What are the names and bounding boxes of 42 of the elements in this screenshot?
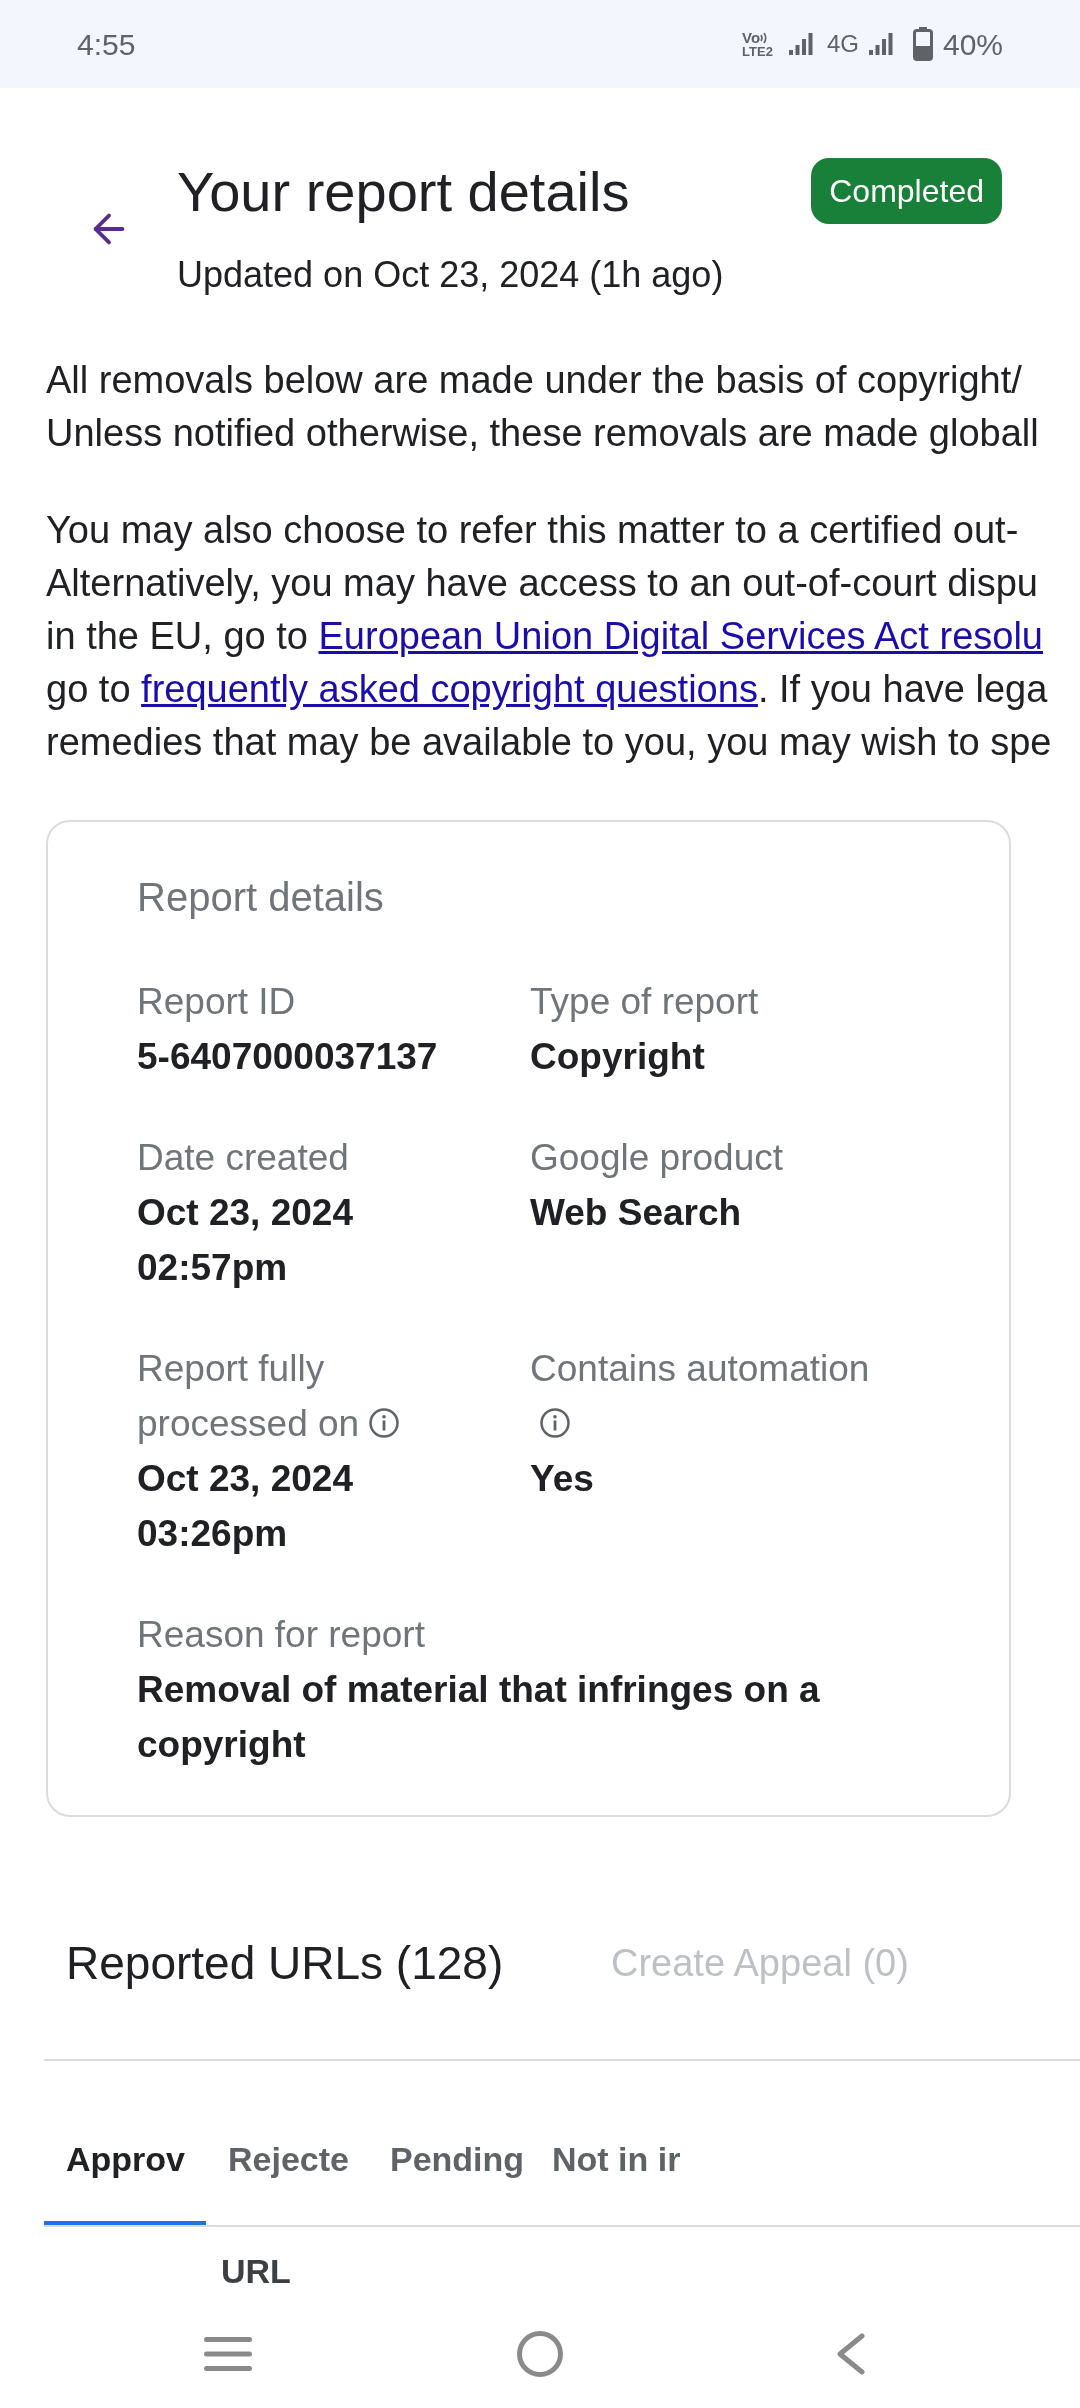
signal-icon xyxy=(868,33,893,55)
field-label: Type of report xyxy=(530,981,759,1022)
status-time: 4:55 xyxy=(77,26,136,63)
wave-icon xyxy=(760,31,769,44)
battery-percent: 40% xyxy=(942,26,1003,63)
battery-icon xyxy=(912,27,933,61)
signal-icon xyxy=(788,33,813,55)
field-value: Oct 23, 2024 02:57pm xyxy=(137,1191,354,1290)
field-label: Date created xyxy=(137,1137,349,1178)
network-label: Vo xyxy=(742,30,761,45)
field-label: Reason for report xyxy=(137,1613,425,1657)
text-link[interactable]: European Union Digital Services Act resolu xyxy=(318,615,1043,657)
field-value: Web Search xyxy=(530,1191,742,1235)
field-label: Report ID xyxy=(137,981,296,1022)
circle-icon[interactable] xyxy=(517,2331,563,2377)
chevron-left-icon[interactable] xyxy=(835,2333,865,2375)
info-icon[interactable] xyxy=(540,1408,570,1438)
notice-paragraph: All removals below are made under the basis of copyright/ Unless notified otherwise, these removals are made globall xyxy=(46,358,1039,456)
info-icon[interactable] xyxy=(369,1408,400,1438)
field-value: Yes xyxy=(530,1457,594,1501)
page-title: Your report details xyxy=(177,159,630,225)
tab[interactable]: Rejecte xyxy=(206,2097,368,2225)
status-badge: Completed xyxy=(811,158,1002,224)
field-value: 5-6407000037137 xyxy=(137,1035,438,1079)
tab[interactable]: Approv xyxy=(44,2097,206,2225)
field-value: Removal of material that infringes on a copyright xyxy=(137,1668,821,1767)
field-label: Report fully processed on xyxy=(137,1348,360,1444)
menu-icon[interactable] xyxy=(204,2336,252,2372)
field-label: Google product xyxy=(530,1137,783,1178)
field-value: Oct 23, 2024 03:26pm xyxy=(137,1457,354,1556)
tab[interactable]: Pending xyxy=(368,2097,530,2225)
field-label: Contains automation xyxy=(530,1348,870,1389)
column-header: URL xyxy=(221,2251,291,2291)
updated-date: Updated on Oct 23, 2024 (1h ago) xyxy=(177,253,724,297)
network-type: 4G xyxy=(826,29,859,59)
card-title: Report details xyxy=(137,874,384,921)
section-title: Reported URLs (128) xyxy=(66,1936,504,1991)
text-link[interactable]: frequently asked copyright questions xyxy=(141,668,758,710)
network-label: LTE2 xyxy=(742,45,773,58)
field-value: Copyright xyxy=(530,1035,705,1079)
tab[interactable]: Not in ir xyxy=(530,2097,692,2225)
notice-paragraph: You may also choose to refer this matter to a certified out- Alternatively, you may have access to an out-of-court dispu in the EU, go to European Union Digital Services Act resolu go to frequently asked copyright questions. If you have lega remedies that may be available to you, you may wish to spe xyxy=(46,508,1052,765)
